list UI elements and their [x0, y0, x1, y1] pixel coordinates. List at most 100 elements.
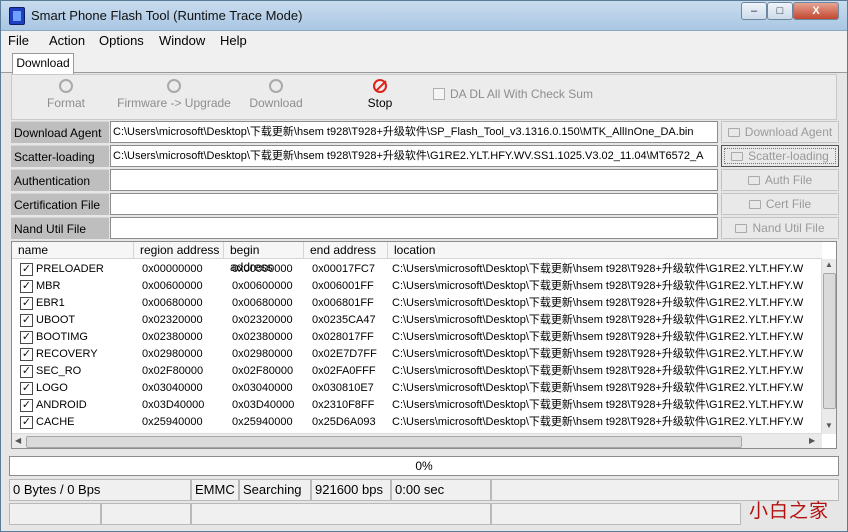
row-name: MBR: [36, 280, 61, 292]
status2-seg-4: [491, 503, 741, 525]
row-region: 0x03040000: [142, 382, 203, 394]
table-row[interactable]: ✓ BOOTIMG 0x02380000 0x02380000 0x028017FF C:…: [12, 329, 822, 346]
row-checkbox[interactable]: ✓: [20, 348, 33, 361]
row-checkbox[interactable]: ✓: [20, 297, 33, 310]
auth-file-button[interactable]: Auth File: [721, 169, 839, 191]
status-bar: 0 Bytes / 0 Bps EMMC Searching 921600 bp…: [9, 479, 839, 501]
stop-icon: [373, 79, 387, 93]
close-button[interactable]: X: [793, 2, 839, 20]
format-button[interactable]: Format: [40, 79, 92, 110]
checksum-checkbox[interactable]: DA DL All With Check Sum: [433, 87, 593, 101]
menu-file[interactable]: File: [8, 33, 29, 48]
row-end: 0x00017FC7: [312, 263, 375, 275]
scatter-loading-field[interactable]: C:\Users\microsoft\Desktop\下载更新\hsem t92…: [110, 145, 718, 167]
scroll-down-icon[interactable]: ▼: [825, 421, 833, 430]
horizontal-scroll-thumb[interactable]: [26, 436, 742, 448]
download-agent-button-label: Download Agent: [744, 125, 833, 139]
download-agent-field[interactable]: C:\Users\microsoft\Desktop\下载更新\hsem t92…: [110, 121, 718, 143]
column-region-address[interactable]: region address: [134, 242, 224, 259]
vertical-scrollbar[interactable]: ▲ ▼: [821, 259, 836, 434]
cert-file-button-label: Cert File: [765, 197, 812, 211]
tab-download[interactable]: Download: [12, 53, 74, 74]
table-row[interactable]: ✓ ANDROID 0x03D40000 0x03D40000 0x2310F8FF C:…: [12, 397, 822, 414]
row-location: C:\Users\microsoft\Desktop\下载更新\hsem t92…: [392, 399, 804, 411]
menu-window[interactable]: Window: [159, 33, 205, 48]
row-region: 0x02320000: [142, 314, 203, 326]
table-row[interactable]: ✓ RECOVERY 0x02980000 0x02980000 0x02E7D7FF C…: [12, 346, 822, 363]
authentication-file-label: Authentication File: [11, 169, 109, 210]
row-checkbox[interactable]: ✓: [20, 263, 33, 276]
row-name: CACHE: [36, 416, 75, 428]
row-begin: 0x03040000: [232, 382, 293, 394]
horizontal-scrollbar[interactable]: ◀ ▶: [12, 433, 822, 448]
certification-file-label: Certification File: [11, 193, 109, 215]
menu-help[interactable]: Help: [220, 33, 247, 48]
row-region: 0x02F80000: [142, 365, 204, 377]
row-begin: 0x00000000: [232, 263, 293, 275]
format-label: Format: [46, 96, 85, 110]
download-button[interactable]: Download: [244, 79, 308, 110]
nand-util-file-button[interactable]: Nand Util File: [721, 217, 839, 239]
table-row[interactable]: ✓ MBR 0x00600000 0x00600000 0x006001FF C:\Use…: [12, 278, 822, 295]
row-end: 0x006001FF: [312, 280, 374, 292]
folder-icon: [727, 128, 740, 137]
row-checkbox[interactable]: ✓: [20, 399, 33, 412]
row-checkbox[interactable]: ✓: [20, 280, 33, 293]
row-name: UBOOT: [36, 314, 76, 326]
scroll-right-icon[interactable]: ▶: [809, 436, 815, 445]
table-row[interactable]: ✓ UBOOT 0x02320000 0x02320000 0x0235CA47 C:\U…: [12, 312, 822, 329]
menu-action[interactable]: Action: [49, 33, 85, 48]
app-window: Smart Phone Flash Tool (Runtime Trace Mo…: [0, 0, 848, 532]
status-state: Searching: [239, 479, 311, 501]
title-bar: Smart Phone Flash Tool (Runtime Trace Mo…: [1, 1, 847, 31]
window-title: Smart Phone Flash Tool (Runtime Trace Mo…: [31, 8, 303, 23]
download-label: Download: [249, 96, 303, 110]
table-row[interactable]: ✓ EBR1 0x00680000 0x00680000 0x006801FF C:\Us…: [12, 295, 822, 312]
tab-strip: Download: [1, 51, 847, 74]
partition-list[interactable]: name region address begin address end ad…: [11, 241, 837, 449]
row-begin: 0x25940000: [232, 416, 293, 428]
scatter-loading-button[interactable]: Scatter-loading: [721, 145, 839, 167]
minimize-button[interactable]: –: [741, 2, 767, 20]
folder-icon: [748, 200, 761, 209]
table-row[interactable]: ✓ CACHE 0x25940000 0x25940000 0x25D6A093 C:\U…: [12, 414, 822, 431]
auth-file-button-label: Auth File: [764, 173, 813, 187]
row-name: SEC_RO: [36, 365, 82, 377]
vertical-scroll-thumb[interactable]: [823, 273, 836, 409]
row-end: 0x02FA0FFF: [312, 365, 376, 377]
table-row[interactable]: ✓ SEC_RO 0x02F80000 0x02F80000 0x02FA0FFF C:\…: [12, 363, 822, 380]
row-checkbox[interactable]: ✓: [20, 416, 33, 429]
nand-util-file-button-label: Nand Util File: [752, 221, 825, 235]
row-checkbox[interactable]: ✓: [20, 314, 33, 327]
row-checkbox[interactable]: ✓: [20, 365, 33, 378]
row-checkbox[interactable]: ✓: [20, 331, 33, 344]
firmware-upgrade-button[interactable]: Firmware -> Upgrade: [116, 79, 232, 110]
authentication-file-field[interactable]: [110, 169, 718, 191]
cert-file-button[interactable]: Cert File: [721, 193, 839, 215]
row-begin: 0x00680000: [232, 297, 293, 309]
menu-options[interactable]: Options: [99, 33, 144, 48]
row-region: 0x03D40000: [142, 399, 205, 411]
progress-text: 0%: [415, 459, 433, 473]
row-name: EBR1: [36, 297, 65, 309]
scroll-up-icon[interactable]: ▲: [825, 260, 833, 269]
maximize-button[interactable]: □: [767, 2, 793, 20]
row-location: C:\Users\microsoft\Desktop\下载更新\hsem t92…: [392, 263, 804, 275]
download-agent-button[interactable]: Download Agent: [721, 121, 839, 143]
certification-file-field[interactable]: [110, 193, 718, 215]
column-end-address[interactable]: end address: [304, 242, 388, 259]
row-location: C:\Users\microsoft\Desktop\下载更新\hsem t92…: [392, 416, 804, 428]
status2-seg-2: [101, 503, 191, 525]
column-location[interactable]: location: [388, 242, 822, 259]
row-begin: 0x00600000: [232, 280, 293, 292]
table-row[interactable]: ✓ PRELOADER 0x00000000 0x00000000 0x00017FC7…: [12, 261, 822, 278]
stop-button[interactable]: Stop: [360, 79, 400, 110]
nand-util-file-field[interactable]: [110, 217, 718, 239]
row-region: 0x25940000: [142, 416, 203, 428]
scroll-left-icon[interactable]: ◀: [15, 436, 21, 445]
column-begin-address[interactable]: begin address: [224, 242, 304, 274]
watermark-logo: 小白之家: [749, 500, 830, 522]
row-checkbox[interactable]: ✓: [20, 382, 33, 395]
table-row[interactable]: ✓ LOGO 0x03040000 0x03040000 0x030810E7 C:\Us…: [12, 380, 822, 397]
column-name[interactable]: name: [12, 242, 134, 259]
